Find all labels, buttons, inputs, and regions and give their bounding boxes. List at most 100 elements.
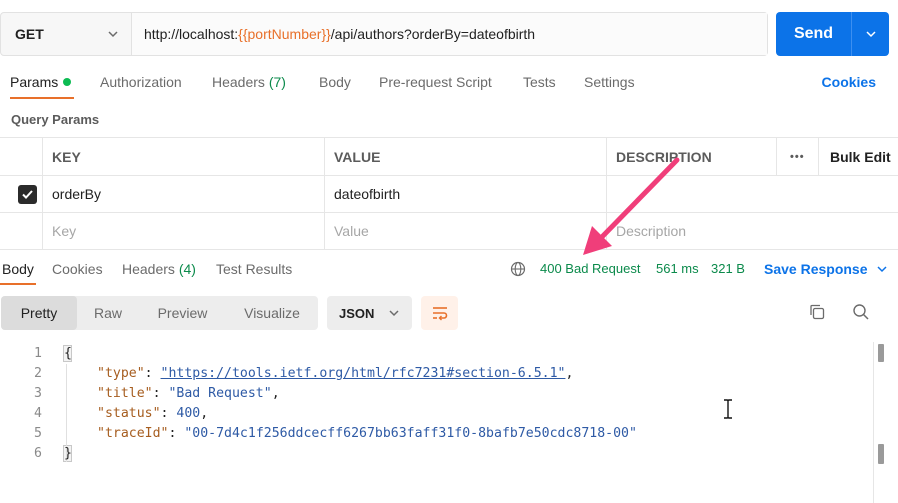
column-value: VALUE — [334, 148, 381, 165]
code-open-brace: { — [64, 346, 72, 361]
url-variable: {{portNumber}} — [238, 26, 331, 42]
line-number: 2 — [34, 366, 42, 381]
json-comma: , — [271, 386, 280, 401]
text-cursor-icon — [724, 399, 732, 419]
save-response-button[interactable]: Save Response — [764, 261, 888, 277]
table-row: orderBy dateofbirth — [0, 176, 898, 213]
url-prefix: http://localhost: — [144, 26, 239, 42]
mode-visualize[interactable]: Visualize — [226, 296, 318, 330]
cookies-link[interactable]: Cookies — [822, 74, 876, 90]
scrollbar-thumb[interactable] — [878, 344, 884, 362]
tab-params[interactable]: Params — [10, 74, 72, 90]
code-close-brace: } — [64, 446, 72, 461]
chevron-down-icon — [108, 31, 118, 38]
bulk-edit-button[interactable]: Bulk Edit — [820, 138, 891, 175]
response-tabs: Body Cookies Headers (4) Test Results 40… — [0, 252, 898, 286]
column-description: DESCRIPTION — [616, 148, 712, 165]
line-number: 3 — [34, 386, 42, 401]
method-label: GET — [15, 26, 44, 42]
response-toolbar: Pretty Raw Preview Visualize JSON — [0, 296, 898, 330]
row-checkbox[interactable] — [8, 176, 37, 212]
json-link-value[interactable]: "https://tools.ietf.org/html/rfc7231#sec… — [161, 366, 566, 381]
param-value[interactable]: dateofbirth — [324, 176, 400, 212]
scrollbar-track — [873, 342, 874, 503]
more-options-button[interactable]: ••• — [780, 138, 805, 175]
save-response-label: Save Response — [764, 261, 868, 277]
response-body-editor[interactable]: 1 2 3 4 5 6 { "type": "https://tools.iet… — [0, 342, 870, 503]
tab-params-label: Params — [10, 74, 59, 90]
query-params-title: Query Params — [11, 112, 100, 127]
tab-response-headers-label: Headers — [122, 261, 175, 277]
param-description[interactable] — [606, 176, 616, 212]
mode-preview[interactable]: Preview — [139, 296, 226, 330]
tab-headers[interactable]: Headers (7) — [212, 74, 286, 90]
globe-icon[interactable] — [510, 261, 526, 277]
tab-response-headers[interactable]: Headers (4) — [122, 261, 196, 277]
status-badge[interactable]: 400 Bad Request — [540, 261, 640, 276]
request-tabs: Params Authorization Headers (7) Body Pr… — [0, 66, 898, 100]
wrap-lines-icon — [432, 307, 447, 321]
code-line: "title": "Bad Request", — [97, 386, 280, 401]
json-comma: , — [200, 406, 209, 421]
view-mode-selector: Pretty Raw Preview Visualize — [1, 296, 318, 330]
send-button-group: Send — [776, 12, 889, 56]
code-line: "traceId": "00-7d4c1f256ddcecff6267bb63f… — [97, 426, 637, 441]
json-value: 400 — [176, 406, 201, 421]
mode-raw[interactable]: Raw — [77, 296, 139, 330]
chevron-down-icon — [865, 31, 876, 38]
line-number: 4 — [34, 406, 42, 421]
chevron-down-icon — [876, 266, 887, 273]
request-url-bar: GET http://localhost: {{portNumber}}/api/… — [0, 12, 768, 56]
line-number: 1 — [34, 346, 42, 361]
method-select[interactable]: GET — [1, 13, 132, 55]
column-key: KEY — [52, 148, 81, 165]
json-key: "title" — [97, 386, 153, 401]
active-tab-underline — [10, 97, 74, 99]
tab-tests[interactable]: Tests — [523, 74, 556, 90]
format-label: JSON — [339, 305, 375, 321]
tab-headers-count: (7) — [268, 74, 286, 90]
tab-pre-request-script[interactable]: Pre-request Script — [379, 74, 492, 90]
json-key: "traceId" — [97, 426, 169, 441]
json-key: "status" — [97, 406, 161, 421]
search-icon[interactable] — [852, 303, 870, 321]
tab-response-cookies[interactable]: Cookies — [52, 261, 103, 277]
query-params-table: KEY VALUE DESCRIPTION ••• Bulk Edit orde… — [0, 137, 898, 250]
new-value-input[interactable]: Value — [324, 213, 369, 249]
url-input[interactable]: http://localhost: {{portNumber}}/api/auth… — [132, 13, 767, 55]
new-key-input[interactable]: Key — [42, 213, 76, 249]
url-suffix: /api/authors?orderBy=dateofbirth — [330, 26, 536, 42]
tab-headers-label: Headers — [212, 74, 265, 90]
tab-body[interactable]: Body — [319, 74, 351, 90]
table-row-empty: Key Value Description — [0, 213, 898, 250]
wrap-lines-button[interactable] — [421, 296, 458, 330]
json-key: "type" — [97, 366, 145, 381]
code-line: "type": "https://tools.ietf.org/html/rfc… — [97, 366, 574, 381]
tab-response-headers-count: (4) — [178, 261, 196, 277]
json-value: "Bad Request" — [168, 386, 272, 401]
param-key[interactable]: orderBy — [42, 176, 101, 212]
copy-icon[interactable] — [808, 303, 826, 321]
scrollbar-thumb[interactable] — [878, 444, 884, 464]
tab-authorization[interactable]: Authorization — [100, 74, 182, 90]
table-header-row: KEY VALUE DESCRIPTION ••• Bulk Edit — [0, 138, 898, 176]
chevron-down-icon — [389, 310, 399, 317]
json-value: "00-7d4c1f256ddcecff6267bb63faff31f0-8ba… — [184, 426, 637, 441]
mode-pretty[interactable]: Pretty — [1, 296, 77, 330]
send-options-button[interactable] — [852, 12, 889, 56]
params-active-dot — [63, 78, 72, 86]
tab-settings[interactable]: Settings — [584, 74, 635, 90]
active-response-tab-underline — [0, 283, 36, 285]
line-number: 6 — [34, 446, 42, 461]
new-description-input[interactable]: Description — [606, 213, 686, 249]
response-time[interactable]: 561 ms — [656, 261, 699, 276]
response-size[interactable]: 321 B — [711, 261, 745, 276]
code-line: "status": 400, — [97, 406, 209, 421]
json-comma: , — [565, 366, 574, 381]
checkmark-icon — [18, 184, 37, 204]
tab-test-results[interactable]: Test Results — [216, 261, 292, 277]
format-select[interactable]: JSON — [327, 296, 412, 330]
send-button[interactable]: Send — [776, 12, 852, 56]
tab-response-body[interactable]: Body — [2, 261, 34, 277]
line-number: 5 — [34, 426, 42, 441]
